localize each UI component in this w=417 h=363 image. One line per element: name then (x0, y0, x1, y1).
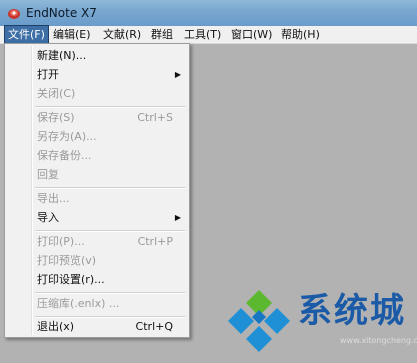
menu-item-label: 退出(x) (37, 320, 75, 333)
menu-file[interactable]: 文件(F) (4, 25, 49, 45)
menu-item-label: 另存为(A)... (37, 130, 97, 143)
menu-item-save-backup[interactable]: 保存备份... (7, 146, 187, 166)
menu-tools[interactable]: 工具(T) (181, 26, 224, 44)
triangle-right-icon: ▶ (174, 70, 181, 79)
menu-item-close[interactable]: 关闭(C) (7, 84, 187, 104)
window-title: EndNote X7 (26, 6, 97, 20)
watermark: 系统城 www.xitongcheng.com (226, 288, 417, 352)
menu-item-open[interactable]: 打开 ▶ (7, 65, 187, 85)
endnote-app-icon (8, 9, 20, 19)
menu-bar: 文件(F) 编辑(E) 文献(R) 群组 工具(T) 窗口(W) 帮助(H) (0, 25, 417, 45)
menu-item-revert[interactable]: 回复 (7, 165, 187, 185)
menu-item-print[interactable]: 打印(P)... Ctrl+P (7, 232, 187, 252)
menu-item-export[interactable]: 导出... (7, 189, 187, 209)
menu-edit[interactable]: 编辑(E) (50, 26, 94, 44)
triangle-right-icon: ▶ (174, 213, 181, 222)
file-menu-dropdown: 新建(N)... 打开 ▶ 关闭(C) 保存(S) Ctrl+S 另存为(A).… (4, 43, 190, 338)
menu-item-print-setup[interactable]: 打印设置(r)... (7, 270, 187, 290)
diamond-logo-icon (228, 290, 290, 352)
menu-item-label: 回复 (37, 168, 59, 181)
menu-item-label: 打印设置(r)... (37, 273, 105, 286)
menu-item-new[interactable]: 新建(N)... (7, 46, 187, 66)
menu-item-label: 导出... (37, 192, 70, 205)
menu-item-label: 新建(N)... (37, 49, 87, 62)
menu-groups[interactable]: 群组 (148, 26, 176, 44)
menu-item-save[interactable]: 保存(S) Ctrl+S (7, 108, 187, 128)
menu-item-label: 保存备份... (37, 149, 92, 162)
menu-item-print-preview[interactable]: 打印预览(v) (7, 251, 187, 271)
menu-item-shortcut: Ctrl+P (137, 235, 173, 248)
menu-item-label: 关闭(C) (37, 87, 76, 100)
menu-references[interactable]: 文献(R) (100, 26, 144, 44)
menu-item-label: 打印预览(v) (37, 254, 97, 267)
menu-help[interactable]: 帮助(H) (278, 26, 323, 44)
watermark-url: www.xitongcheng.com (340, 336, 417, 345)
menu-item-exit[interactable]: 退出(x) Ctrl+Q (7, 317, 187, 337)
menu-item-import[interactable]: 导入 ▶ (7, 208, 187, 228)
menu-item-label: 保存(S) (37, 111, 75, 124)
menu-item-label: 打开 (37, 68, 59, 81)
menu-item-label: 打印(P)... (37, 235, 85, 248)
menu-item-save-as[interactable]: 另存为(A)... (7, 127, 187, 147)
watermark-text: 系统城 (298, 291, 406, 331)
title-bar: EndNote X7 (0, 0, 417, 26)
menu-item-shortcut: Ctrl+S (137, 111, 173, 124)
menu-item-label: 导入 (37, 211, 59, 224)
menu-item-shortcut: Ctrl+Q (135, 320, 173, 333)
menu-window[interactable]: 窗口(W) (228, 26, 275, 44)
menu-item-compress-library[interactable]: 压缩库(.enlx) ... (7, 294, 187, 314)
menu-item-label: 压缩库(.enlx) ... (37, 297, 120, 310)
